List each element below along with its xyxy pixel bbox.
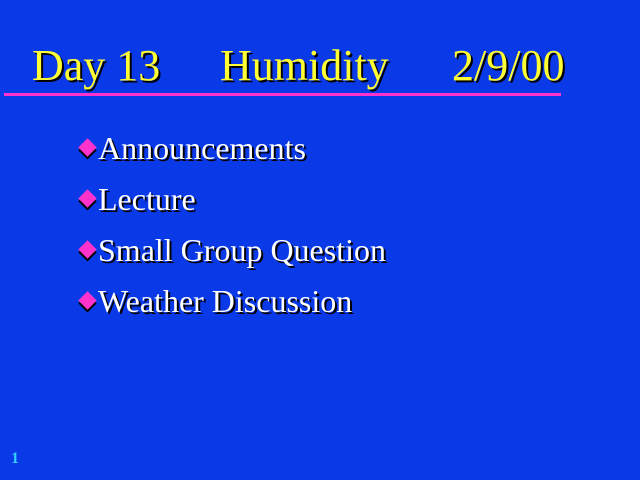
bullet-text: Announcements bbox=[98, 129, 306, 166]
bullet-text: Weather Discussion bbox=[98, 282, 353, 319]
slide-number: 1 bbox=[11, 450, 19, 467]
bullet-item-weather-discussion: Weather Discussion bbox=[78, 275, 386, 326]
diamond-bullet-icon bbox=[78, 291, 97, 310]
diamond-bullet-icon bbox=[78, 138, 97, 157]
title-day: Day 13 bbox=[32, 41, 161, 90]
diamond-bullet-icon bbox=[78, 189, 97, 208]
bullet-item-small-group-question: Small Group Question bbox=[78, 224, 386, 275]
bullet-item-announcements: Announcements bbox=[78, 122, 386, 173]
bullet-text: Small Group Question bbox=[98, 231, 386, 268]
slide: Day 13 Humidity 2/9/00 Announcements Lec… bbox=[0, 0, 640, 480]
title-underline-rule bbox=[4, 93, 561, 96]
title-date: 2/9/00 bbox=[452, 41, 565, 90]
bullet-list: Announcements Lecture Small Group Questi… bbox=[78, 122, 386, 326]
diamond-bullet-icon bbox=[78, 240, 97, 259]
title-topic: Humidity bbox=[220, 41, 389, 90]
bullet-item-lecture: Lecture bbox=[78, 173, 386, 224]
bullet-text: Lecture bbox=[98, 180, 196, 217]
